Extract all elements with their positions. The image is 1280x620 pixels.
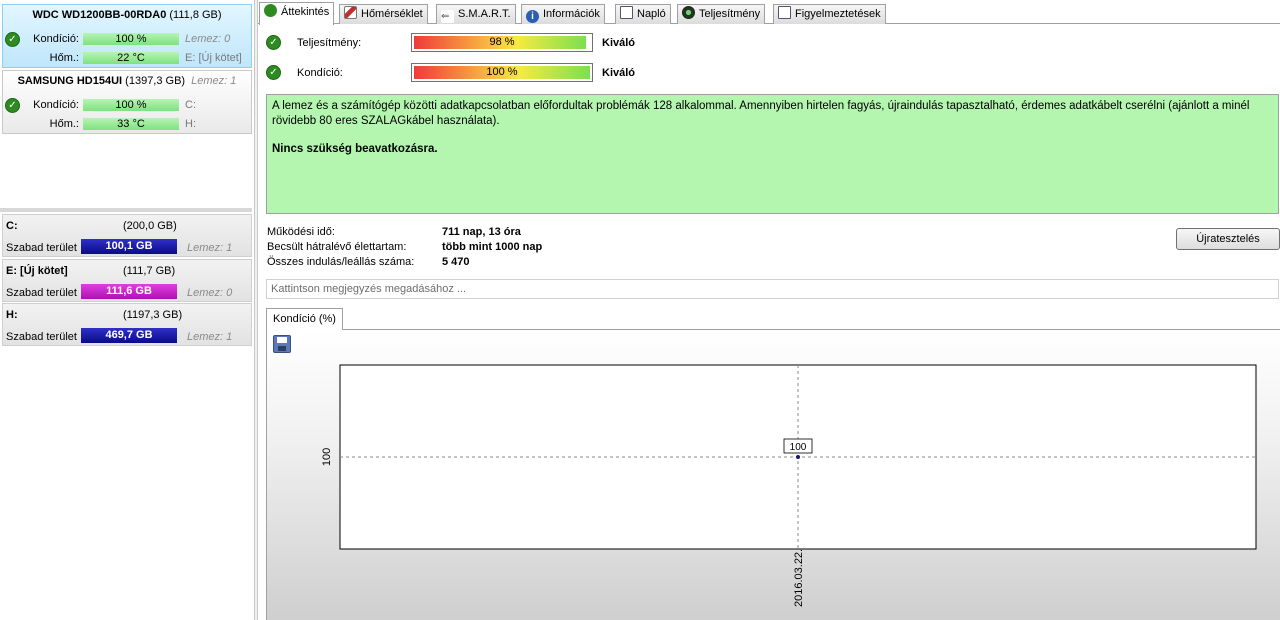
alerts-icon <box>778 6 791 19</box>
health-value: 100 % <box>83 99 179 111</box>
tab-bar: Áttekintés Hőmérséklet ⇐ S.M.A.R.T. i Info… <box>258 2 1280 25</box>
volume-disk: Lemez: 1 <box>187 242 233 254</box>
health-label: Kondíció: <box>33 99 79 111</box>
disk-size: (111,8 GB) <box>169 9 222 21</box>
health-row: ✓ Kondíció: 100 % Kiváló <box>266 63 686 83</box>
stat-value: 711 nap, 13 óra <box>442 226 521 238</box>
tab-label: S.M.A.R.T. <box>458 8 511 20</box>
status-conclusion: Nincs szükség beavatkozásra. <box>272 143 438 155</box>
disk-title: SAMSUNG HD154UI (1397,3 GB) Lemez: 1 <box>3 75 251 87</box>
disk-side-volume: E: [Új kötet] <box>185 52 242 64</box>
thermometer-icon <box>344 6 357 19</box>
health-meter: 100 % <box>411 63 593 82</box>
volume-disk: Lemez: 0 <box>187 287 233 299</box>
detail-pane: Áttekintés Hőmérséklet ⇐ S.M.A.R.T. i Info… <box>258 0 1280 620</box>
health-label: Kondíció: <box>297 67 343 79</box>
condition-chart: 100 2016.03.22. 100 <box>321 364 1257 607</box>
performance-meter: 98 % <box>411 33 593 52</box>
tab-alerts[interactable]: Figyelmeztetések <box>773 4 886 24</box>
disk-item-1[interactable]: SAMSUNG HD154UI (1397,3 GB) Lemez: 1 ✓ K… <box>2 70 252 134</box>
free-space-label: Szabad terület <box>6 331 77 343</box>
check-icon: ✓ <box>266 35 281 50</box>
stat-value: 5 470 <box>442 256 470 268</box>
volume-name: C: <box>6 220 18 232</box>
x-tick-label: 2016.03.22. <box>793 549 805 607</box>
disk-side-volume: H: <box>185 118 196 130</box>
volume-size: (111,7 GB) <box>123 265 176 277</box>
disk-name: WDC WD1200BB-00RDA0 <box>32 9 167 21</box>
volume-size: (200,0 GB) <box>123 220 177 232</box>
tab-information[interactable]: i Információk <box>521 4 605 24</box>
stat-key: Becsült hátralévő élettartam: <box>267 241 407 253</box>
temp-label: Hőm.: <box>49 52 79 64</box>
free-space-label: Szabad terület <box>6 287 77 299</box>
volume-name: H: <box>6 309 18 321</box>
disk-name: SAMSUNG HD154UI <box>17 75 123 87</box>
status-message-box: A lemez és a számítógép közötti adatkapc… <box>266 94 1279 214</box>
free-space-bar: 111,6 GB <box>81 284 177 299</box>
volume-item-1[interactable]: E: [Új kötet] (111,7 GB) Szabad terület … <box>2 259 252 302</box>
volume-item-2[interactable]: H: (1197,3 GB) Szabad terület 469,7 GB L… <box>2 303 252 346</box>
data-point <box>796 455 800 459</box>
note-input[interactable]: Kattintson megjegyzés megadásához ... <box>266 279 1279 299</box>
pane-splitter[interactable] <box>0 208 252 212</box>
tab-label: Információk <box>543 8 600 20</box>
tab-performance[interactable]: Teljesítmény <box>677 4 766 24</box>
performance-row: ✓ Teljesítmény: 98 % Kiváló <box>266 33 686 53</box>
check-icon: ✓ <box>266 65 281 80</box>
tab-label: Napló <box>637 8 666 20</box>
volume-disk: Lemez: 1 <box>187 331 233 343</box>
info-icon: i <box>526 10 539 23</box>
disk-title: WDC WD1200BB-00RDA0 (111,8 GB) <box>3 9 251 21</box>
tab-condition-chart[interactable]: Kondíció (%) <box>266 308 343 330</box>
retest-button[interactable]: Újratesztelés <box>1176 228 1280 250</box>
disk-item-0[interactable]: WDC WD1200BB-00RDA0 (111,8 GB) ✓ Kondíci… <box>2 4 252 68</box>
tab-label: Áttekintés <box>281 6 330 18</box>
disk-side-info: Lemez: 0 <box>185 33 231 45</box>
disk-list-pane: WDC WD1200BB-00RDA0 (111,8 GB) ✓ Kondíci… <box>0 0 254 620</box>
tab-temperature[interactable]: Hőmérséklet <box>339 4 428 24</box>
chart-area: 100 2016.03.22. 100 <box>266 330 1280 620</box>
stat-key: Működési idő: <box>267 226 335 238</box>
performance-value: 98 % <box>489 36 515 48</box>
stat-value: több mint 1000 nap <box>442 241 543 253</box>
tab-label: Hőmérséklet <box>361 8 423 20</box>
smart-icon: ⇐ <box>441 10 454 23</box>
status-message: A lemez és a számítógép közötti adatkapc… <box>272 100 1250 127</box>
check-icon <box>264 4 277 17</box>
y-tick-label: 100 <box>321 448 333 466</box>
performance-label: Teljesítmény: <box>297 37 362 49</box>
volume-item-0[interactable]: C: (200,0 GB) Szabad terület 100,1 GB Le… <box>2 214 252 257</box>
performance-rating: Kiváló <box>602 37 636 49</box>
tab-log[interactable]: Napló <box>615 4 671 24</box>
volume-size: (1197,3 GB) <box>123 309 183 321</box>
tab-label: Figyelmeztetések <box>795 8 881 20</box>
health-value: 100 % <box>83 33 179 45</box>
temp-value: 22 °C <box>83 52 179 64</box>
log-icon <box>620 6 633 19</box>
health-value: 100 % <box>486 66 518 78</box>
disk-extra: Lemez: 1 <box>191 75 237 87</box>
health-rating: Kiváló <box>602 67 636 79</box>
stat-key: Összes indulás/leállás száma: <box>267 256 415 268</box>
health-label: Kondíció: <box>33 33 79 45</box>
disk-side-info: C: <box>185 99 196 111</box>
performance-icon <box>682 6 695 19</box>
disk-size: (1397,3 GB) <box>125 75 186 87</box>
temp-label: Hőm.: <box>49 118 79 130</box>
tab-smart[interactable]: ⇐ S.M.A.R.T. <box>436 4 516 24</box>
volume-name: E: [Új kötet] <box>6 265 68 277</box>
free-space-bar: 469,7 GB <box>81 328 177 343</box>
free-space-label: Szabad terület <box>6 242 77 254</box>
free-space-bar: 100,1 GB <box>81 239 177 254</box>
tab-label: Teljesítmény <box>699 8 761 20</box>
data-label: 100 <box>790 442 807 453</box>
temp-value: 33 °C <box>83 118 179 130</box>
tab-overview[interactable]: Áttekintés <box>259 2 335 25</box>
